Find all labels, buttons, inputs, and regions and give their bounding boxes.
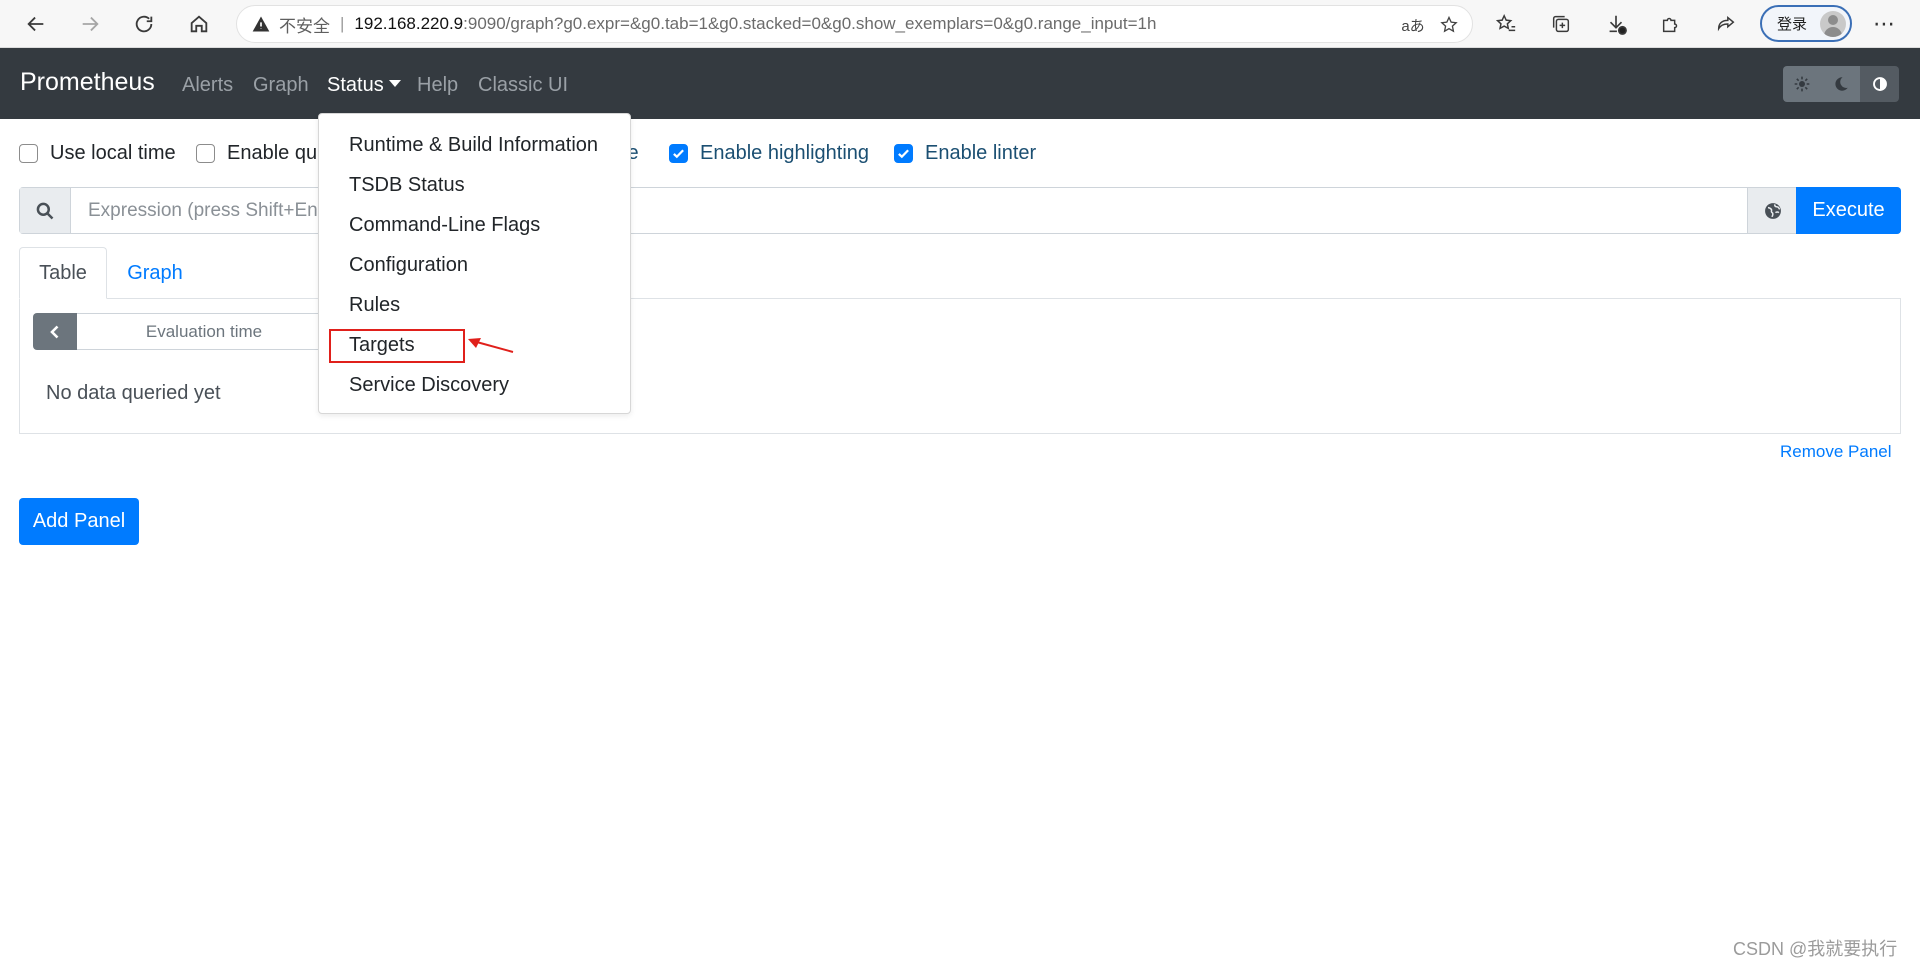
browser-toolbar: 不安全 | 192.168.220.9 :9090/graph?g0.expr=… (0, 0, 1920, 48)
extensions-icon[interactable] (1655, 8, 1687, 40)
nav-alerts[interactable]: Alerts (182, 74, 233, 97)
favorites-icon[interactable] (1490, 8, 1522, 40)
expression-input-group (19, 187, 1901, 234)
enable-query-history-option[interactable]: Enable que (196, 142, 328, 165)
menu-item-tsdb-status[interactable]: TSDB Status (349, 174, 465, 197)
add-favorite-icon[interactable] (1436, 12, 1462, 38)
menu-item-command-line-flags[interactable]: Command-Line Flags (349, 214, 540, 237)
empty-state-message: No data queried yet (46, 382, 221, 404)
theme-toggle-group (1783, 66, 1899, 102)
nav-classic-ui[interactable]: Classic UI (478, 74, 568, 97)
address-bar[interactable]: 不安全 | 192.168.220.9 :9090/graph?g0.expr=… (236, 5, 1473, 43)
watermark: CSDN @我就要执行 (1733, 939, 1898, 959)
targets-highlight-box (329, 329, 465, 363)
metrics-explorer-icon[interactable] (1747, 188, 1797, 233)
downloads-icon[interactable] (1600, 8, 1632, 40)
menu-item-configuration[interactable]: Configuration (349, 254, 468, 277)
login-label: 登录 (1777, 16, 1808, 33)
status-dropdown-menu: Runtime & Build Information TSDB Status … (318, 113, 631, 414)
brand-logo[interactable]: Prometheus (20, 68, 155, 97)
use-local-time-option[interactable]: Use local time (19, 142, 176, 165)
nav-help[interactable]: Help (417, 74, 458, 97)
security-label[interactable]: 不安全 (279, 12, 330, 37)
enable-linter-option[interactable]: Enable linter (894, 142, 1036, 165)
nav-status-label: Status (327, 74, 384, 96)
execute-button[interactable]: Execute (1796, 187, 1901, 234)
enable-linter-label: Enable linter (925, 142, 1037, 164)
collections-icon[interactable] (1545, 8, 1577, 40)
address-bar-icons: aあ (1400, 12, 1462, 38)
nav-status[interactable]: Status (327, 74, 401, 97)
use-local-time-checkbox[interactable] (19, 144, 38, 163)
warning-icon (252, 16, 270, 32)
login-button[interactable]: 登录 (1760, 5, 1852, 42)
caret-down-icon (388, 80, 401, 87)
url-path: :9090/graph?g0.expr=&g0.tab=1&g0.stacked… (463, 14, 1157, 33)
enable-highlighting-label: Enable highlighting (700, 142, 870, 164)
expression-input[interactable] (72, 188, 1366, 233)
forward-icon[interactable] (72, 6, 108, 42)
read-aloud-icon[interactable]: aあ (1400, 12, 1426, 38)
enable-highlighting-checkbox[interactable] (669, 144, 688, 163)
refresh-icon[interactable] (126, 6, 162, 42)
avatar (1820, 11, 1846, 37)
menu-item-runtime-build-info[interactable]: Runtime & Build Information (349, 134, 598, 157)
tab-table[interactable]: Table (19, 247, 107, 299)
enable-query-history-checkbox[interactable] (196, 144, 215, 163)
enable-linter-checkbox[interactable] (894, 144, 913, 163)
remove-panel-link[interactable]: Remove Panel (1780, 442, 1892, 462)
app-navbar: Prometheus Alerts Graph Status Help Clas… (0, 48, 1920, 119)
use-local-time-label: Use local time (50, 142, 176, 164)
evaluation-time-input[interactable]: Evaluation time (77, 313, 332, 350)
share-icon[interactable] (1710, 8, 1742, 40)
address-separator: | (340, 14, 345, 33)
menu-item-rules[interactable]: Rules (349, 294, 400, 317)
search-icon (20, 188, 71, 233)
menu-item-service-discovery[interactable]: Service Discovery (349, 374, 509, 397)
tab-graph[interactable]: Graph (107, 247, 203, 299)
home-icon[interactable] (181, 6, 217, 42)
light-theme-icon[interactable] (1783, 66, 1822, 102)
nav-graph[interactable]: Graph (253, 74, 309, 97)
chevron-left-icon (50, 325, 59, 338)
more-icon[interactable]: ⋯ (1868, 8, 1900, 40)
back-icon[interactable] (18, 6, 54, 42)
enable-highlighting-option[interactable]: Enable highlighting (669, 142, 869, 165)
dark-theme-icon[interactable] (1821, 66, 1861, 102)
annotation-arrow-icon (468, 338, 514, 353)
url-host: 192.168.220.9 (354, 14, 464, 33)
add-panel-button[interactable]: Add Panel (19, 498, 139, 545)
auto-theme-icon[interactable] (1860, 66, 1899, 102)
enable-query-history-label: Enable que (227, 142, 329, 164)
eval-time-back-button[interactable] (33, 313, 77, 350)
